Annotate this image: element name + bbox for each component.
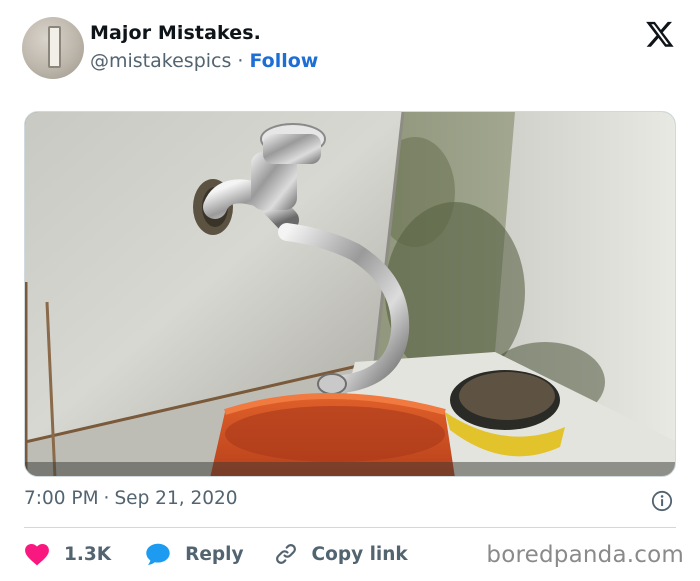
tweet-actions: 1.3K Reply Copy link — [24, 538, 408, 570]
avatar-image — [48, 26, 61, 68]
author-name[interactable]: Major Mistakes. — [90, 22, 261, 44]
timestamp-separator: · — [103, 488, 110, 509]
author-handle[interactable]: @mistakespics — [90, 50, 231, 72]
copy-link-button[interactable]: Copy link — [274, 542, 408, 566]
tweet-time: 7:00 PM — [24, 488, 99, 509]
separator-dot: · — [237, 50, 244, 72]
follow-button[interactable]: Follow — [249, 50, 318, 72]
avatar[interactable] — [22, 17, 84, 79]
link-icon — [275, 544, 296, 564]
tweet-timestamp[interactable]: 7:00 PM · Sep 21, 2020 — [24, 488, 238, 509]
tweet-date: Sep 21, 2020 — [114, 488, 238, 509]
like-count: 1.3K — [64, 543, 112, 565]
author-handle-row: @mistakespics · Follow — [90, 50, 318, 72]
tweet-photo[interactable] — [24, 111, 676, 477]
photo-scene — [25, 112, 675, 476]
info-icon[interactable] — [651, 490, 673, 512]
copy-link-label: Copy link — [311, 543, 408, 565]
reply-button[interactable]: Reply — [145, 542, 244, 566]
watermark: boredpanda.com — [486, 542, 684, 568]
reply-label: Reply — [185, 543, 244, 565]
tweet-card: Major Mistakes. @mistakespics · Follow 7… — [0, 0, 700, 581]
speech-bubble-icon — [146, 543, 170, 565]
divider — [24, 527, 676, 528]
x-logo-icon[interactable] — [645, 19, 675, 49]
heart-icon — [25, 544, 49, 566]
like-button[interactable]: 1.3K — [24, 542, 111, 566]
